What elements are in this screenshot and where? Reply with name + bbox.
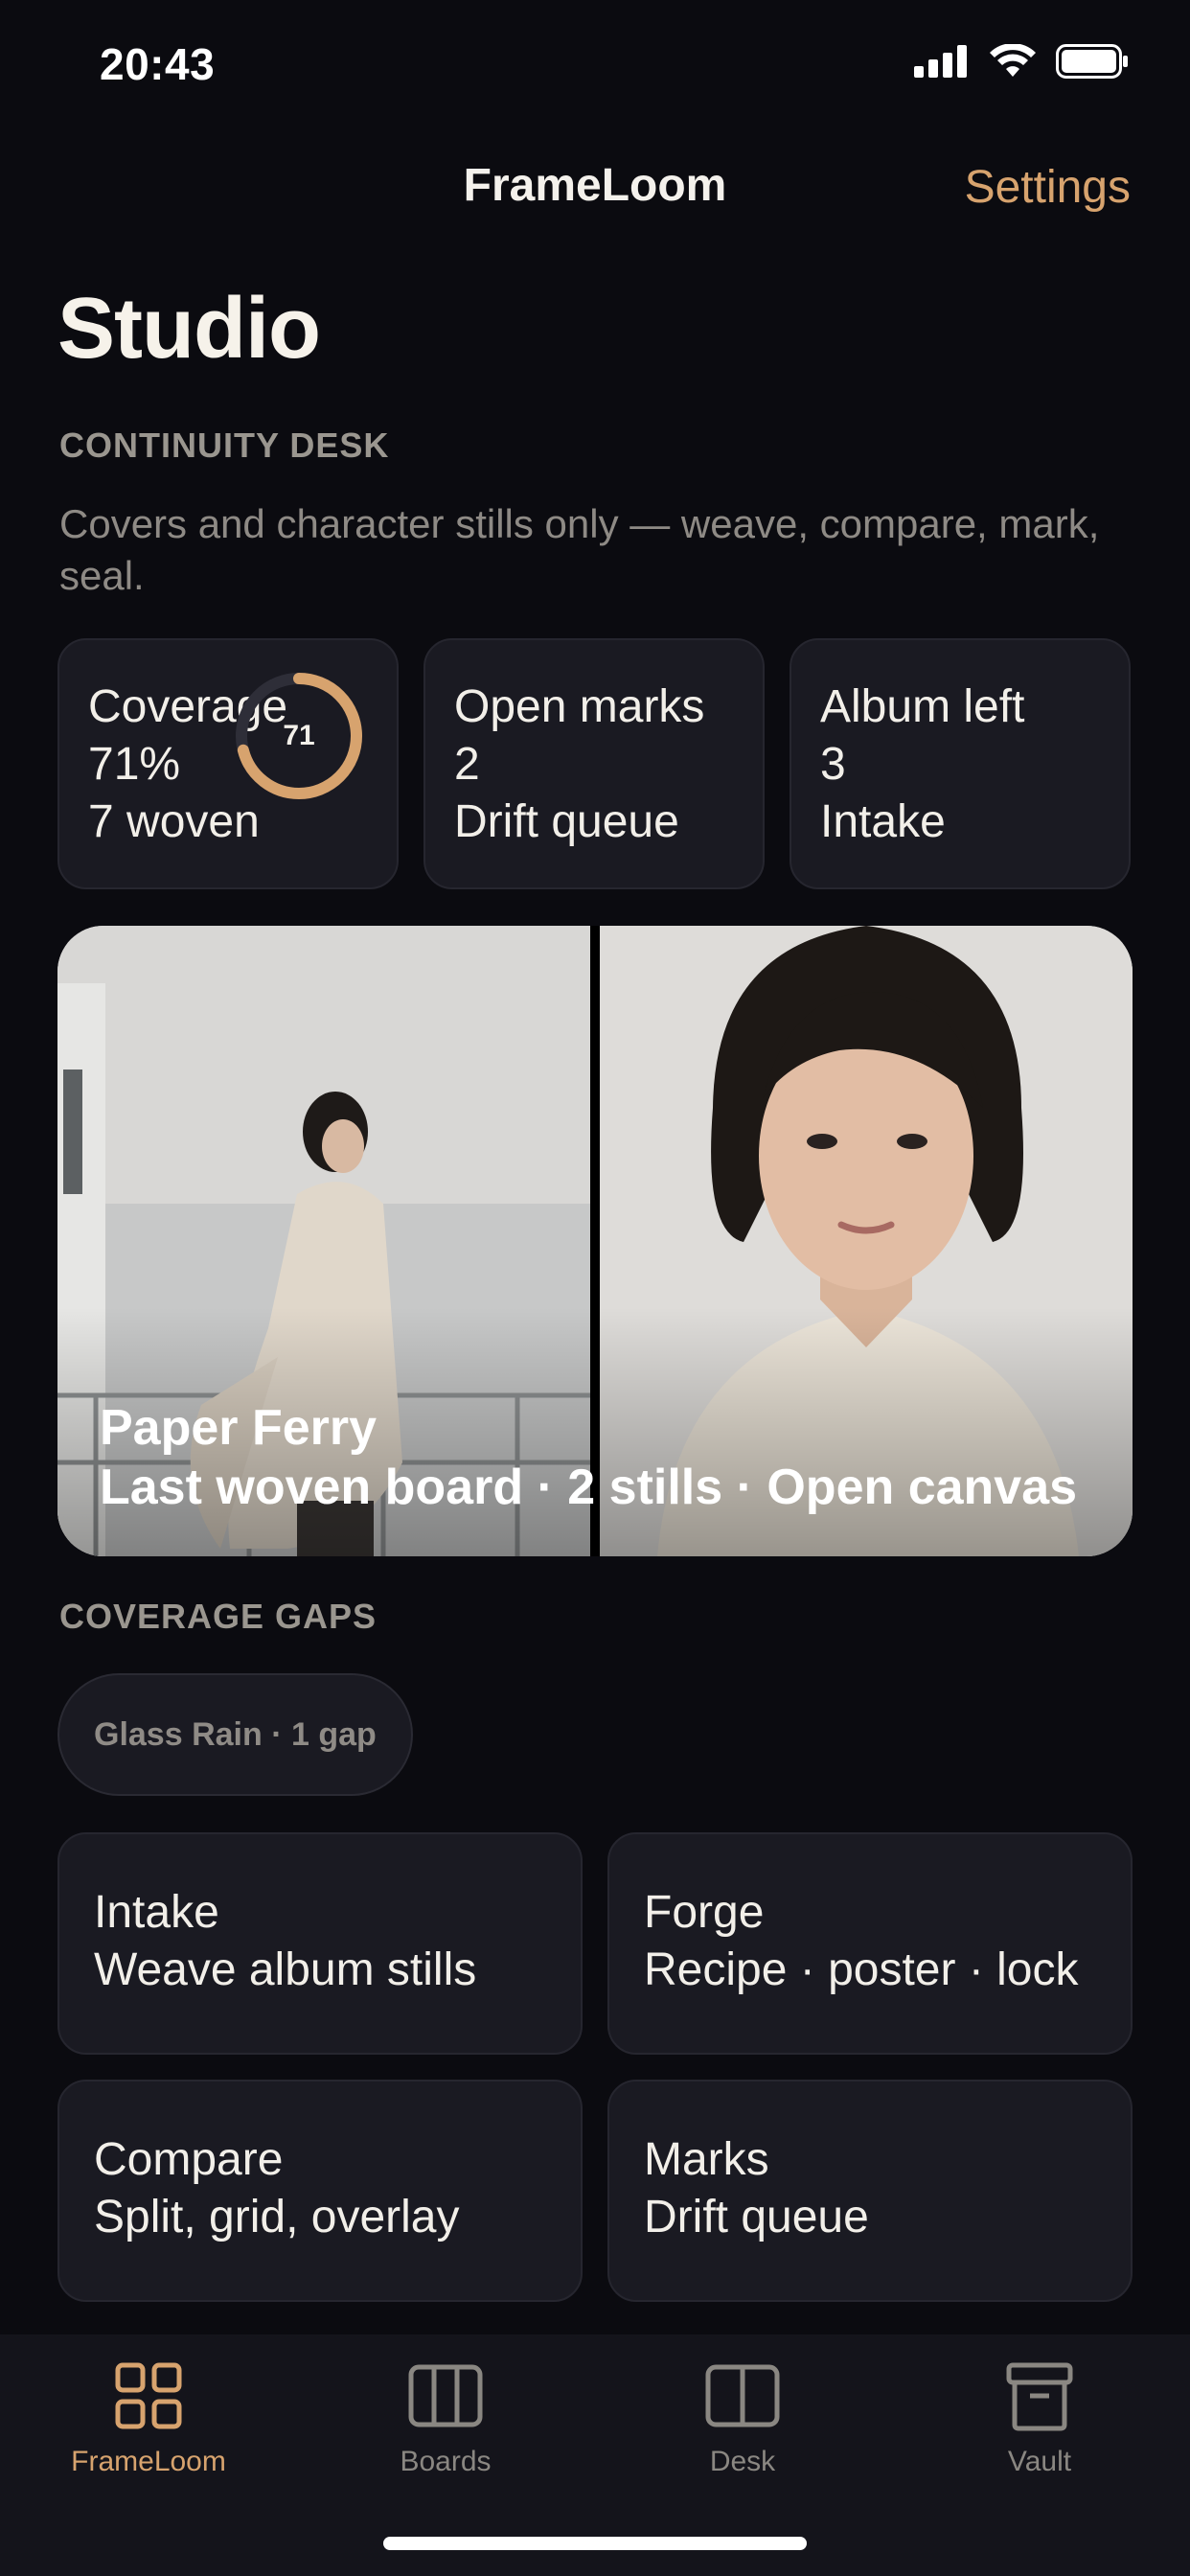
stat-value: 2 bbox=[454, 739, 480, 790]
signal-icon bbox=[914, 45, 967, 78]
page-subtitle: Covers and character stills only — weave… bbox=[59, 501, 1100, 598]
status-icons bbox=[914, 44, 1129, 79]
section-label-continuity: CONTINUITY DESK bbox=[59, 426, 390, 465]
hero-board-card[interactable]: Paper Ferry Last woven board · 2 stills … bbox=[57, 926, 1133, 1556]
action-title: Forge bbox=[644, 1887, 765, 1938]
wifi-icon bbox=[990, 44, 1036, 77]
settings-button[interactable]: Settings bbox=[965, 161, 1131, 214]
action-title: Marks bbox=[644, 2134, 769, 2185]
tab-boards[interactable]: Boards bbox=[297, 2334, 594, 2507]
tab-label: Boards bbox=[400, 2446, 492, 2477]
action-card-intake[interactable]: Intake Weave album stills bbox=[57, 1832, 583, 2055]
action-subtitle: Recipe · poster · lock bbox=[644, 1944, 1079, 1995]
tab-vault[interactable]: Vault bbox=[891, 2334, 1188, 2507]
stat-card-open-marks[interactable]: Open marks 2 Drift queue bbox=[423, 638, 765, 889]
page-title: Studio bbox=[57, 281, 321, 377]
hero-title: Paper Ferry bbox=[100, 1400, 378, 1456]
grid-icon bbox=[115, 2362, 182, 2429]
tab-frameloom[interactable]: FrameLoom bbox=[0, 2334, 297, 2507]
stat-detail: Intake bbox=[820, 796, 946, 847]
status-bar: 20:43 bbox=[0, 0, 1190, 134]
action-subtitle: Split, grid, overlay bbox=[94, 2192, 460, 2242]
stat-detail: Drift queue bbox=[454, 796, 679, 847]
stat-value: 3 bbox=[820, 739, 846, 790]
section-label-coverage-gaps: COVERAGE GAPS bbox=[59, 1597, 378, 1636]
stat-card-album-left[interactable]: Album left 3 Intake bbox=[790, 638, 1131, 889]
home-indicator[interactable] bbox=[383, 2537, 807, 2550]
status-time: 20:43 bbox=[100, 39, 216, 89]
desk-icon bbox=[705, 2364, 780, 2427]
stat-card-coverage[interactable]: Coverage 71% 7 woven 71 bbox=[57, 638, 399, 889]
action-card-forge[interactable]: Forge Recipe · poster · lock bbox=[607, 1832, 1133, 2055]
stat-label: Open marks bbox=[454, 681, 705, 732]
gap-chip[interactable]: Glass Rain · 1 gap bbox=[57, 1673, 413, 1796]
action-title: Intake bbox=[94, 1887, 219, 1938]
coverage-ring-value: 71 bbox=[283, 720, 315, 751]
action-card-marks[interactable]: Marks Drift queue bbox=[607, 2080, 1133, 2302]
tab-desk[interactable]: Desk bbox=[594, 2334, 891, 2507]
stat-label: Album left bbox=[820, 681, 1025, 732]
action-subtitle: Drift queue bbox=[644, 2192, 869, 2242]
hero-subtitle: Last woven board · 2 stills · Open canva… bbox=[100, 1460, 1078, 1515]
action-subtitle: Weave album stills bbox=[94, 1944, 477, 1995]
action-card-compare[interactable]: Compare Split, grid, overlay bbox=[57, 2080, 583, 2302]
boards-icon bbox=[408, 2364, 483, 2427]
archive-icon bbox=[1006, 2362, 1073, 2431]
action-title: Compare bbox=[94, 2134, 284, 2185]
battery-icon bbox=[1056, 44, 1128, 79]
tab-label: FrameLoom bbox=[71, 2446, 226, 2477]
tab-label: Vault bbox=[1007, 2446, 1072, 2477]
tab-label: Desk bbox=[709, 2446, 776, 2477]
